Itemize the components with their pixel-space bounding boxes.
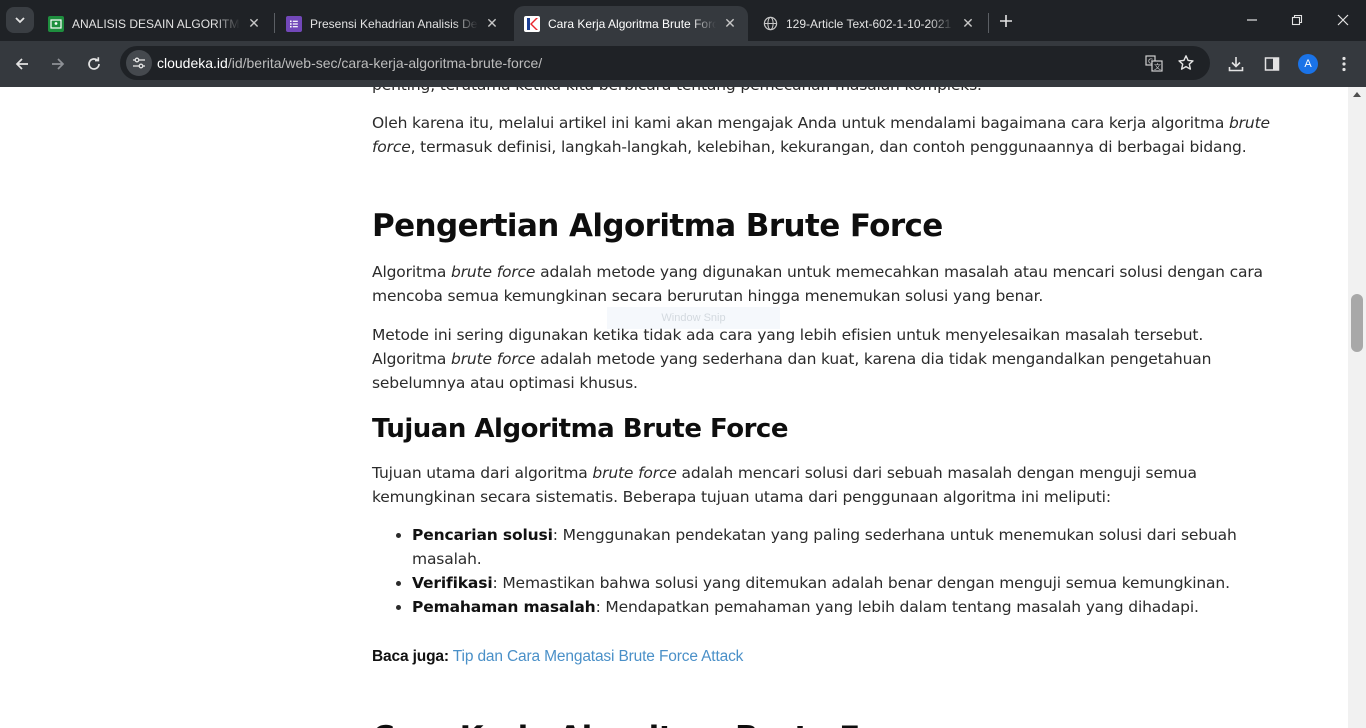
- tab-cara-kerja[interactable]: Cara Kerja Algoritma Brute Forc ✕: [514, 6, 748, 41]
- star-icon: [1178, 55, 1194, 70]
- article-body: penting, terutama ketika kita berbicara …: [372, 87, 1282, 728]
- url-text[interactable]: cloudeka.id/id/berita/web-sec/cara-kerja…: [157, 55, 542, 71]
- heading-cara-kerja: Cara Kerja Algoritma Brute Force: [372, 718, 1282, 728]
- window-snip-overlay: Window Snip: [607, 307, 780, 329]
- close-icon[interactable]: ✕: [484, 15, 500, 32]
- profile-button[interactable]: A: [1293, 49, 1323, 79]
- side-panel-button[interactable]: [1257, 49, 1287, 79]
- tab-analisis[interactable]: ANALISIS DESAIN ALGORITMA ( ✕: [38, 6, 272, 41]
- reload-button[interactable]: [79, 49, 109, 79]
- page-viewport: penting, terutama ketika kita berbicara …: [0, 87, 1348, 728]
- scroll-up-arrow-icon[interactable]: [1353, 92, 1361, 97]
- tab-title: 129-Article Text-602-1-10-2021: [786, 16, 952, 31]
- reload-icon: [88, 57, 100, 70]
- tab-divider: [274, 13, 275, 33]
- tujuan-list: Pencarian solusi: Menggunakan pendekatan…: [372, 523, 1282, 619]
- browser-toolbar: cloudeka.id/id/berita/web-sec/cara-kerja…: [0, 41, 1366, 87]
- close-window-button[interactable]: [1328, 8, 1358, 32]
- bookmark-button[interactable]: [1174, 51, 1198, 75]
- tab-strip: ANALISIS DESAIN ALGORITMA ( ✕ Presensi K…: [0, 0, 1366, 41]
- tab-presensi[interactable]: Presensi Kehadrian Analisis Des ✕: [276, 6, 510, 41]
- tab-search-button[interactable]: [6, 7, 34, 33]
- minimize-button[interactable]: [1237, 8, 1267, 32]
- minimize-icon: [1247, 19, 1257, 21]
- back-button[interactable]: [7, 49, 37, 79]
- tab-title: Cara Kerja Algoritma Brute Forc: [548, 16, 716, 31]
- translate-icon: G文: [1145, 55, 1163, 72]
- related-article: Baca juga: Tip dan Cara Mengatasi Brute …: [372, 645, 1282, 669]
- heading-tujuan: Tujuan Algoritma Brute Force: [372, 414, 788, 444]
- tab-title: Presensi Kehadrian Analisis Des: [310, 16, 478, 31]
- close-icon[interactable]: ✕: [960, 15, 976, 32]
- list-item: Verifikasi: Memastikan bahwa solusi yang…: [412, 571, 1282, 595]
- page-scrollbar[interactable]: [1348, 87, 1366, 728]
- new-tab-button[interactable]: [994, 9, 1018, 33]
- svg-text:文: 文: [1154, 62, 1161, 71]
- download-icon: [1228, 57, 1244, 72]
- plus-icon: [1000, 15, 1012, 27]
- list-item: Pemahaman masalah: Mendapatkan pemahaman…: [412, 595, 1282, 619]
- restore-button[interactable]: [1282, 8, 1312, 32]
- arrow-left-icon: [15, 58, 28, 70]
- related-label: Baca juga:: [372, 648, 449, 665]
- arrow-right-icon: [52, 58, 65, 70]
- address-bar[interactable]: cloudeka.id/id/berita/web-sec/cara-kerja…: [120, 46, 1210, 80]
- globe-icon: [762, 16, 778, 32]
- url-path: /id/berita/web-sec/cara-kerja-algoritma-…: [227, 55, 543, 71]
- pengertian-paragraph-1: Algoritma brute force adalah metode yang…: [372, 263, 1263, 305]
- tab-title: ANALISIS DESAIN ALGORITMA (: [72, 16, 240, 31]
- tab-article-text[interactable]: 129-Article Text-602-1-10-2021 ✕: [752, 6, 986, 41]
- google-forms-icon: [286, 15, 302, 32]
- downloads-button[interactable]: [1221, 49, 1251, 79]
- side-panel-icon: [1264, 57, 1280, 71]
- avatar: A: [1298, 54, 1318, 74]
- related-link[interactable]: Tip dan Cara Mengatasi Brute Force Attac…: [453, 648, 744, 665]
- menu-button[interactable]: [1329, 49, 1359, 79]
- tune-icon: [133, 57, 145, 69]
- intro-fragment: penting, terutama ketika kita berbicara …: [372, 87, 1282, 97]
- close-icon: [1337, 14, 1349, 26]
- site-info-button[interactable]: [126, 50, 152, 76]
- cloudeka-icon: [524, 15, 540, 32]
- scrollbar-thumb[interactable]: [1351, 294, 1363, 352]
- close-icon[interactable]: ✕: [246, 15, 262, 32]
- more-vert-icon: [1342, 56, 1346, 72]
- intro-paragraph: Oleh karena itu, melalui artikel ini kam…: [372, 114, 1270, 156]
- google-classroom-icon: [48, 15, 64, 32]
- tab-divider: [988, 13, 989, 33]
- list-item: Pencarian solusi: Menggunakan pendekatan…: [412, 523, 1282, 571]
- chevron-down-icon: [15, 17, 25, 24]
- close-icon[interactable]: ✕: [722, 15, 738, 32]
- forward-button[interactable]: [43, 49, 73, 79]
- translate-button[interactable]: G文: [1142, 51, 1166, 75]
- heading-pengertian: Pengertian Algoritma Brute Force: [372, 208, 943, 244]
- url-host: cloudeka.id: [157, 55, 228, 71]
- restore-icon: [1291, 14, 1303, 26]
- pengertian-paragraph-2: Metode ini sering digunakan ketika tidak…: [372, 326, 1212, 392]
- tujuan-paragraph: Tujuan utama dari algoritma brute force …: [372, 464, 1197, 506]
